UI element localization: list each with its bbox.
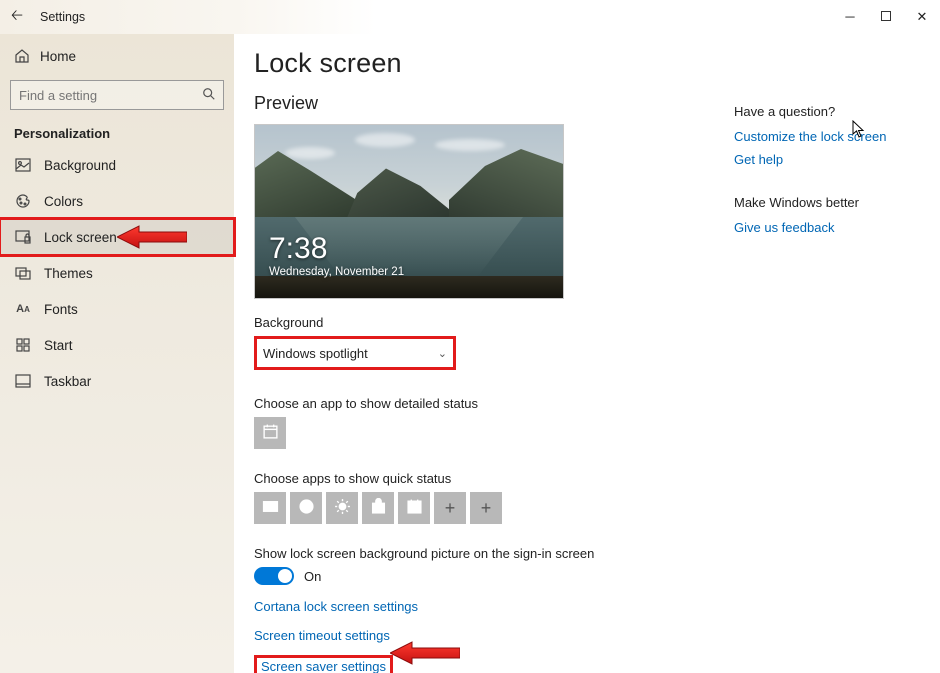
lock-screen-preview[interactable]: 7:38 Wednesday, November 21 — [254, 124, 564, 299]
link-give-feedback[interactable]: Give us feedback — [734, 220, 924, 235]
calendar-icon — [406, 498, 423, 518]
signin-background-label: Show lock screen background picture on t… — [254, 546, 734, 561]
quick-status-add-slot-1[interactable]: + — [434, 492, 466, 524]
detailed-status-app-calendar[interactable] — [254, 417, 286, 449]
plus-icon: + — [445, 498, 456, 519]
background-value: Windows spotlight — [263, 346, 368, 361]
search-icon — [202, 87, 216, 104]
sidebar-item-label: Colors — [44, 194, 83, 209]
plus-icon: + — [481, 498, 492, 519]
sidebar-section-title: Personalization — [0, 116, 234, 147]
preview-heading: Preview — [254, 93, 734, 114]
palette-icon — [14, 193, 32, 209]
preview-date: Wednesday, November 21 — [269, 266, 404, 278]
link-screen-saver[interactable]: Screen saver settings — [254, 655, 393, 673]
background-label: Background — [254, 315, 734, 330]
sidebar-item-taskbar[interactable]: Taskbar — [0, 363, 234, 399]
search-box[interactable] — [10, 80, 224, 110]
chevron-down-icon: ⌄ — [438, 347, 447, 360]
sidebar-home-label: Home — [40, 49, 76, 64]
sidebar-item-start[interactable]: Start — [0, 327, 234, 363]
sidebar-item-label: Fonts — [44, 302, 78, 317]
quick-status-app-weather[interactable] — [326, 492, 358, 524]
sidebar-home[interactable]: Home — [0, 40, 234, 72]
sidebar-item-label: Start — [44, 338, 73, 353]
detailed-status-label: Choose an app to show detailed status — [254, 396, 734, 411]
sidebar-item-label: Lock screen — [44, 230, 117, 245]
weather-icon — [334, 498, 351, 518]
sidebar-item-label: Taskbar — [44, 374, 91, 389]
link-screen-timeout[interactable]: Screen timeout settings — [254, 628, 734, 643]
toggle-state-label: On — [304, 569, 321, 584]
sidebar-item-label: Background — [44, 158, 116, 173]
quick-status-label: Choose apps to show quick status — [254, 471, 734, 486]
quick-status-app-alarms[interactable] — [290, 492, 322, 524]
search-input[interactable] — [10, 80, 224, 110]
quick-status-app-mail[interactable] — [254, 492, 286, 524]
home-icon — [14, 48, 30, 64]
link-cortana-settings[interactable]: Cortana lock screen settings — [254, 599, 734, 614]
fonts-icon: AA — [14, 301, 32, 317]
clock-icon — [298, 498, 315, 518]
title-bar: 🡠 Settings ─ ✕ — [0, 0, 940, 34]
link-customize-lock-screen[interactable]: Customize the lock screen — [734, 129, 924, 144]
back-button[interactable]: 🡠 — [0, 5, 34, 30]
quick-status-add-slot-2[interactable]: + — [470, 492, 502, 524]
link-get-help[interactable]: Get help — [734, 152, 924, 167]
window-title: Settings — [34, 10, 85, 24]
help-question-heading: Have a question? — [734, 104, 924, 119]
maximize-button[interactable] — [868, 0, 904, 34]
calendar-icon — [262, 423, 279, 443]
help-sidebar: Have a question? Customize the lock scre… — [734, 48, 924, 673]
sidebar-item-themes[interactable]: Themes — [0, 255, 234, 291]
main-content: Lock screen Preview 7:38 Wednesday, Nove… — [254, 48, 734, 673]
taskbar-icon — [14, 373, 32, 389]
sidebar-item-lock-screen[interactable]: Lock screen — [0, 219, 234, 255]
picture-icon — [14, 157, 32, 173]
quick-status-app-store[interactable] — [362, 492, 394, 524]
lock-screen-icon — [14, 229, 32, 245]
mouse-cursor — [852, 120, 866, 141]
minimize-button[interactable]: ─ — [832, 0, 868, 34]
mail-icon — [262, 498, 279, 518]
preview-time: 7:38 — [269, 234, 404, 264]
page-title: Lock screen — [254, 48, 734, 79]
sidebar-item-colors[interactable]: Colors — [0, 183, 234, 219]
signin-background-toggle[interactable] — [254, 567, 294, 585]
background-dropdown[interactable]: Windows spotlight ⌄ — [254, 336, 456, 370]
sidebar-item-background[interactable]: Background — [0, 147, 234, 183]
preview-clock: 7:38 Wednesday, November 21 — [269, 234, 404, 278]
themes-icon — [14, 265, 32, 281]
quick-status-app-calendar[interactable] — [398, 492, 430, 524]
start-icon — [14, 337, 32, 353]
sidebar-item-label: Themes — [44, 266, 93, 281]
sidebar: Home Personalization Background Colors L… — [0, 34, 234, 673]
close-button[interactable]: ✕ — [904, 0, 940, 34]
sidebar-item-fonts[interactable]: AA Fonts — [0, 291, 234, 327]
feedback-heading: Make Windows better — [734, 195, 924, 210]
store-icon — [370, 498, 387, 518]
